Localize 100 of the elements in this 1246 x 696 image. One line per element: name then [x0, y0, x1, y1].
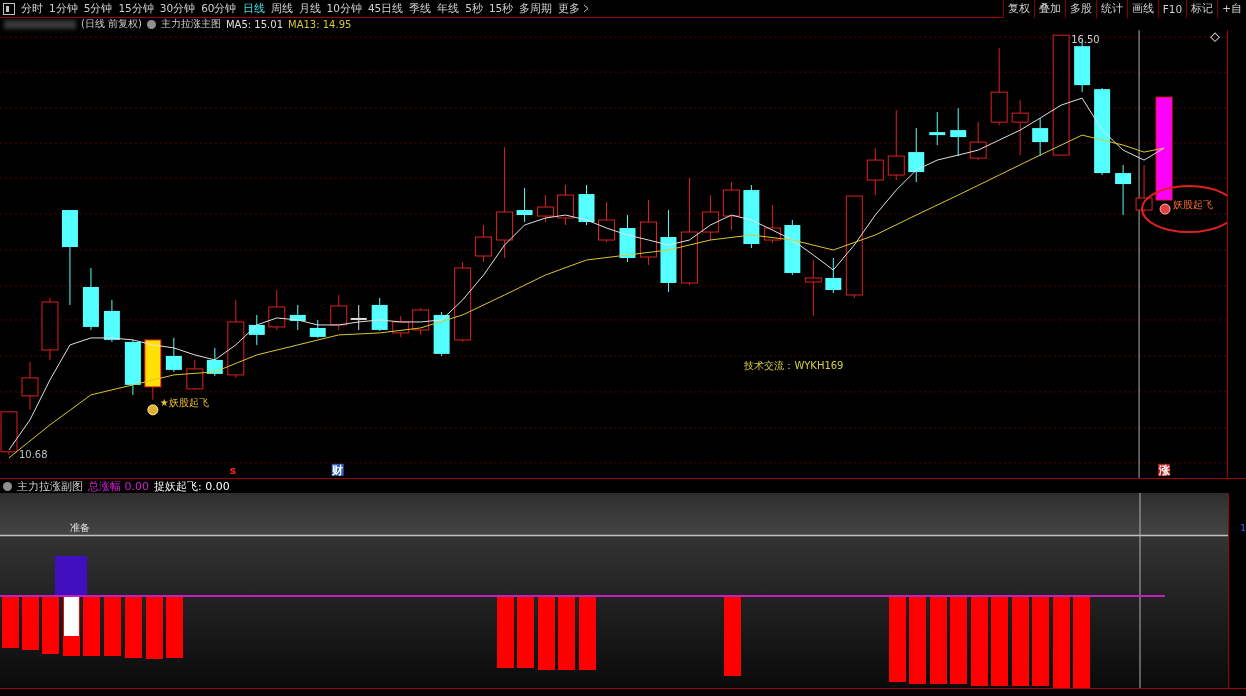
- candlestick: [1032, 117, 1049, 157]
- candlestick: [371, 297, 388, 332]
- candlestick: [743, 184, 760, 249]
- ma-value: MA5: 15.01: [226, 18, 283, 30]
- candlestick: [969, 121, 987, 161]
- toggle-icon[interactable]: [3, 481, 12, 491]
- low-price-label: 10.68: [19, 448, 48, 460]
- period-tab[interactable]: 5分钟: [80, 1, 116, 16]
- panel-icon[interactable]: [3, 2, 15, 15]
- blurred-name: [4, 19, 76, 29]
- coin-icon: [147, 404, 159, 416]
- candlestick: [640, 199, 657, 266]
- axis-label: 1: [1240, 523, 1246, 533]
- candlestick: [557, 184, 575, 226]
- toolbar-button[interactable]: 叠加: [1033, 0, 1065, 18]
- candlestick: [268, 289, 286, 331]
- period-tab[interactable]: 10分钟: [323, 1, 365, 16]
- candlestick: [887, 109, 905, 181]
- chevron-icon[interactable]: [583, 4, 590, 13]
- histogram-bar: [2, 596, 19, 648]
- candlestick: [516, 187, 533, 223]
- candlestick: [929, 111, 946, 146]
- candlestick: [950, 107, 967, 157]
- candlestick: [144, 339, 162, 401]
- toolbar-button[interactable]: 统计: [1095, 0, 1127, 18]
- note-text: 技术交流：WYKH169: [744, 359, 844, 371]
- candlestick: [701, 194, 719, 241]
- candlestick: [578, 184, 595, 226]
- candlestick: [866, 147, 884, 196]
- period-tab[interactable]: 分时: [18, 1, 46, 16]
- period-label: (日线 前复权): [81, 17, 142, 31]
- period-tab[interactable]: 15秒: [485, 1, 517, 16]
- signal-label: 妖股起飞: [1173, 199, 1214, 211]
- histogram-bar: [42, 596, 59, 654]
- candlestick: [537, 194, 555, 223]
- candlestick: [722, 181, 740, 231]
- candlestick: [908, 127, 925, 183]
- candlestick: [1135, 164, 1153, 213]
- diamond-icon: [1210, 32, 1220, 42]
- period-tab[interactable]: 月线: [295, 1, 324, 16]
- candlestick: [598, 201, 615, 243]
- period-tab[interactable]: 1分钟: [46, 1, 81, 16]
- period-tab[interactable]: 周线: [267, 1, 296, 16]
- candlestick: [165, 337, 182, 373]
- candlestick: [124, 339, 141, 396]
- histogram-bar: [104, 596, 121, 656]
- histogram-bar: [83, 596, 100, 656]
- high-price-label: 16.50: [1071, 34, 1100, 46]
- toolbar-button[interactable]: 复权: [1002, 0, 1034, 18]
- candlestick: [186, 359, 204, 391]
- candlestick: [206, 347, 223, 377]
- more-button[interactable]: 更多: [555, 1, 584, 16]
- event-marker: 财: [331, 463, 344, 477]
- candlestick: [825, 257, 842, 294]
- period-tab[interactable]: 日线: [239, 1, 268, 16]
- candlestick: [804, 259, 822, 317]
- period-tab[interactable]: 45日线: [364, 1, 407, 16]
- toolbar-button[interactable]: 多股: [1064, 0, 1096, 18]
- candlestick: [433, 311, 450, 357]
- period-tab[interactable]: 季线: [406, 1, 435, 16]
- indicator-name: 主力拉涨副图: [17, 478, 83, 494]
- toolbar-button[interactable]: 画线: [1126, 0, 1158, 18]
- period-tab[interactable]: 60分钟: [198, 1, 240, 16]
- event-marker: 涨: [1158, 463, 1171, 477]
- candlestick: [784, 219, 801, 276]
- candlestick: [350, 304, 367, 331]
- histogram-bar: [497, 596, 514, 668]
- candlestick: [289, 304, 306, 331]
- candlestick: [475, 224, 493, 263]
- indicator-value: 总涨幅 0.00: [88, 478, 149, 494]
- toolbar-button[interactable]: +自: [1217, 0, 1246, 18]
- period-tab[interactable]: 5秒: [462, 1, 486, 16]
- signal-label: ★妖股起飞: [159, 396, 209, 408]
- candlestick: [41, 297, 59, 361]
- period-tab[interactable]: 30分钟: [156, 1, 199, 16]
- event-marker: s: [229, 463, 237, 477]
- candlestick: [1011, 99, 1029, 156]
- highlight-bar: [64, 597, 79, 636]
- period-tab[interactable]: 年线: [434, 1, 463, 16]
- candlestick: [248, 314, 265, 346]
- candlestick: [412, 307, 430, 336]
- candlestick: [21, 361, 39, 411]
- histogram-bar: [166, 596, 183, 658]
- ready-label: 准备: [70, 522, 90, 533]
- candlestick: [103, 299, 120, 343]
- histogram-bar: [517, 596, 534, 668]
- toggle-icon[interactable]: [147, 19, 156, 29]
- period-tab[interactable]: 15分钟: [115, 1, 157, 16]
- candlestick: [309, 319, 326, 339]
- candlestick: [330, 294, 348, 331]
- ball-icon: [1159, 203, 1171, 215]
- indicator-name: 主力拉涨主图: [161, 17, 221, 31]
- toolbar-button[interactable]: 标记: [1186, 0, 1218, 18]
- candlestick: [763, 204, 781, 244]
- candlestick: [1115, 164, 1132, 216]
- histogram-bar: [22, 596, 39, 650]
- period-tab[interactable]: 多周期: [516, 1, 556, 16]
- candlestick: [82, 267, 99, 331]
- toolbar-button[interactable]: F10: [1157, 0, 1187, 18]
- candlestick: [392, 315, 410, 338]
